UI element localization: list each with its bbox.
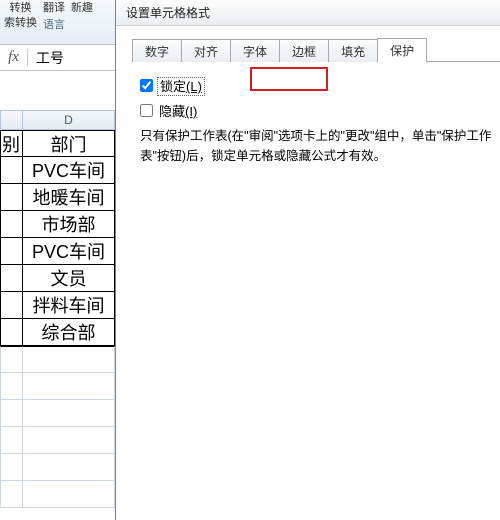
fx-icon[interactable]: fx — [0, 49, 28, 66]
hide-checkbox[interactable] — [140, 104, 153, 117]
cell[interactable] — [0, 319, 22, 346]
cell[interactable] — [0, 265, 22, 292]
table-row: PVC车间 — [0, 157, 115, 184]
protect-tab-pane: 锁定(L) 隐藏(I) 只有保护工作表(在"审阅"选项卡上的"更改"组中，单击"… — [132, 62, 500, 174]
cell[interactable] — [0, 238, 22, 265]
tab-protect[interactable]: 保护 — [377, 38, 427, 63]
cell[interactable] — [0, 211, 22, 238]
tab-border[interactable]: 边框 — [279, 39, 329, 62]
cell[interactable]: PVC车间 — [22, 157, 115, 184]
table-row: PVC车间 — [0, 238, 115, 265]
cell[interactable]: 综合部 — [22, 319, 115, 346]
ribbon-fragment: 转换 索转换 翻译 语言 新趣 — [0, 0, 115, 45]
column-header[interactable] — [0, 110, 22, 130]
lock-checkbox[interactable] — [140, 79, 153, 92]
cell[interactable]: PVC车间 — [22, 238, 115, 265]
table-row — [0, 346, 115, 373]
column-header[interactable]: D — [22, 110, 115, 130]
spreadsheet-fragment: D 别 部门 PVC车间 地暖车间 市场部 PVC车间 文员 拌料车间 — [0, 110, 115, 508]
formula-value[interactable]: 工号 — [28, 48, 64, 68]
cell[interactable] — [22, 373, 115, 400]
cell[interactable] — [22, 346, 115, 373]
table-row: 别 部门 — [0, 130, 115, 157]
cell[interactable] — [0, 346, 22, 373]
cell[interactable] — [0, 400, 22, 427]
table-row — [0, 454, 115, 481]
dialog-tabs: 数字 对齐 字体 边框 填充 保护 — [132, 37, 500, 62]
cell[interactable] — [22, 427, 115, 454]
table-row — [0, 400, 115, 427]
tab-number[interactable]: 数字 — [132, 39, 182, 62]
tab-font[interactable]: 字体 — [230, 39, 280, 62]
table-row: 文员 — [0, 265, 115, 292]
table-row: 综合部 — [0, 319, 115, 346]
cell[interactable] — [22, 481, 115, 508]
cell[interactable]: 市场部 — [22, 211, 115, 238]
lock-label[interactable]: 锁定(L) — [159, 76, 203, 95]
ribbon-item[interactable]: 转换 — [10, 2, 32, 15]
tab-fill[interactable]: 填充 — [328, 39, 378, 62]
cell[interactable] — [0, 373, 22, 400]
table-row: 拌料车间 — [0, 292, 115, 319]
cell[interactable] — [0, 481, 22, 508]
cell[interactable] — [0, 454, 22, 481]
table-row: 市场部 — [0, 211, 115, 238]
cell[interactable]: 地暖车间 — [22, 184, 115, 211]
cell[interactable]: 拌料车间 — [22, 292, 115, 319]
cell[interactable] — [0, 157, 22, 184]
format-cells-dialog: 设置单元格格式 数字 对齐 字体 边框 填充 保护 锁定(L) 隐藏(I) — [115, 0, 500, 520]
tab-align[interactable]: 对齐 — [181, 39, 231, 62]
cell[interactable] — [0, 184, 22, 211]
ribbon-item[interactable]: 翻译 — [43, 2, 65, 15]
cell[interactable]: 部门 — [22, 130, 115, 157]
cell[interactable] — [22, 400, 115, 427]
table-row — [0, 373, 115, 400]
cell[interactable] — [0, 427, 22, 454]
ribbon-group-label: 语言 — [43, 19, 65, 32]
hide-label[interactable]: 隐藏(I) — [159, 101, 197, 120]
cell[interactable] — [22, 454, 115, 481]
table-row: 地暖车间 — [0, 184, 115, 211]
cell[interactable] — [0, 292, 22, 319]
ribbon-item[interactable]: 新趣 — [71, 2, 93, 15]
dialog-title: 设置单元格格式 — [116, 0, 500, 26]
ribbon-item[interactable]: 索转换 — [4, 17, 37, 30]
cell[interactable]: 别 — [0, 130, 22, 157]
table-row — [0, 481, 115, 508]
formula-bar: fx 工号 — [0, 45, 115, 71]
protect-note: 只有保护工作表(在"审阅"选项卡上的"更改"组中，单击"保护工作表"按钮)后，锁… — [140, 126, 492, 166]
table-row — [0, 427, 115, 454]
cell[interactable]: 文员 — [22, 265, 115, 292]
